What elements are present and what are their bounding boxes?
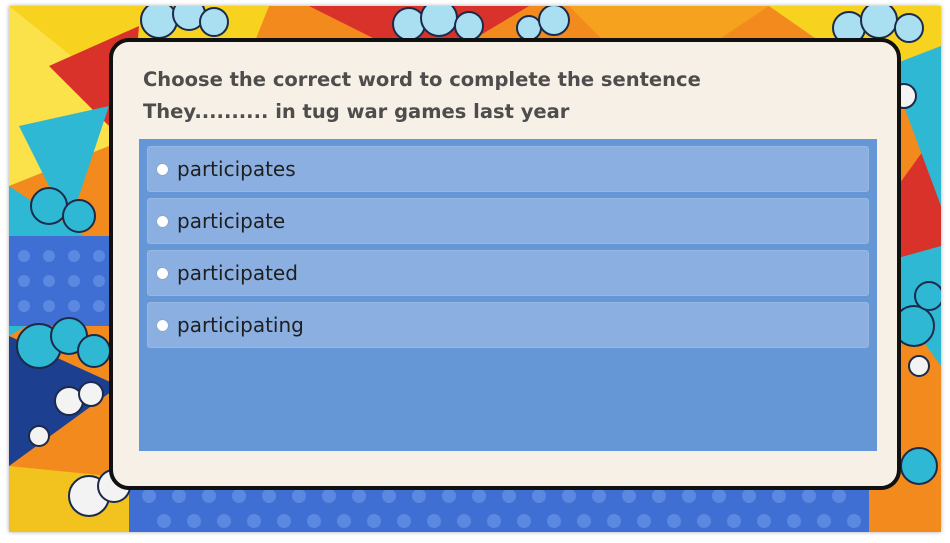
answer-option-participated[interactable]: participated (147, 250, 869, 296)
answer-option-label: participated (177, 261, 298, 285)
answer-option-participating[interactable]: participating (147, 302, 869, 348)
radio-icon[interactable] (157, 319, 168, 331)
radio-icon[interactable] (157, 215, 168, 227)
answer-options-panel: participates participate participated pa… (139, 139, 877, 451)
slide: Choose the correct word to complete the … (9, 6, 941, 532)
answer-option-participates[interactable]: participates (147, 146, 869, 192)
radio-icon[interactable] (157, 163, 168, 175)
question-instruction: Choose the correct word to complete the … (143, 68, 701, 91)
question-text: Choose the correct word to complete the … (143, 64, 863, 128)
answer-option-participate[interactable]: participate (147, 198, 869, 244)
answer-option-label: participate (177, 209, 286, 233)
answer-option-label: participating (177, 313, 304, 337)
question-card: Choose the correct word to complete the … (109, 38, 901, 490)
answer-option-label: participates (177, 157, 296, 181)
radio-icon[interactable] (157, 267, 168, 279)
question-sentence: They.......... in tug war games last yea… (143, 100, 570, 123)
